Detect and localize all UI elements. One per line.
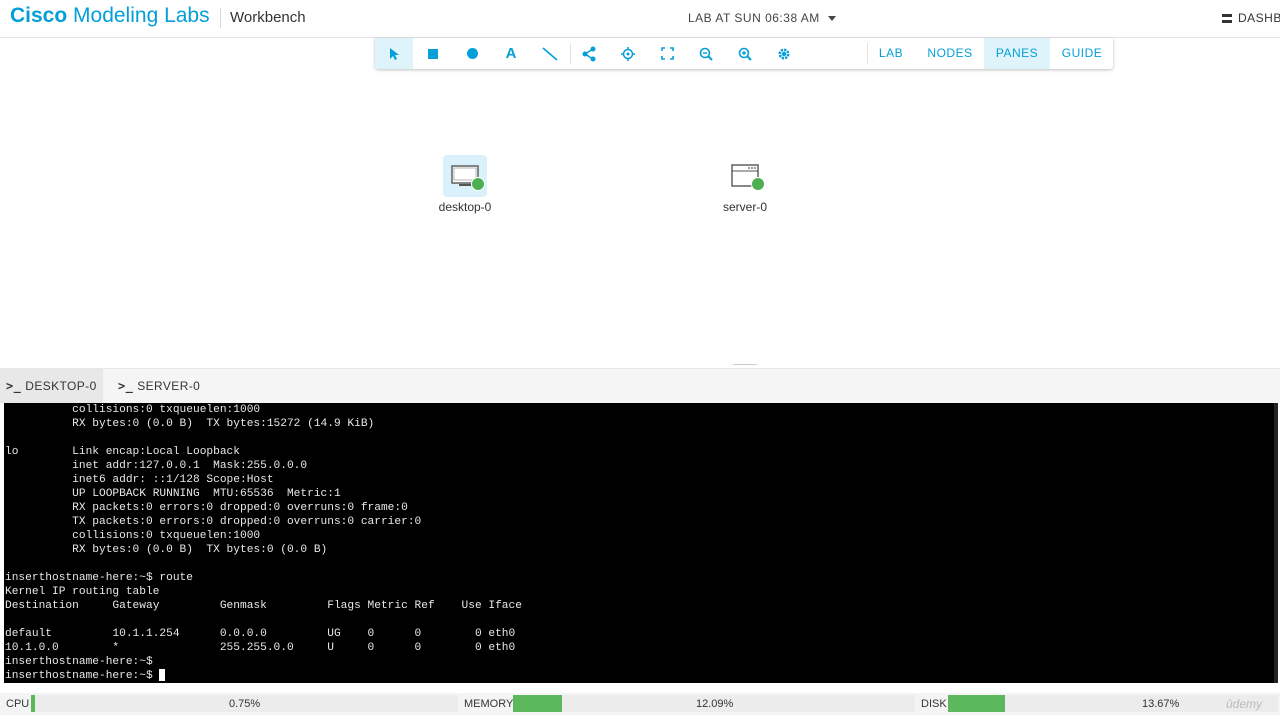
terminal-line: default 10.1.1.254 0.0.0.0 UG 0 0 0 eth0 — [5, 628, 516, 640]
lab-title-dropdown[interactable]: LAB AT SUN 06:38 AM — [688, 11, 836, 25]
circle-icon[interactable] — [453, 38, 491, 69]
tab-label: SERVER-0 — [137, 379, 201, 393]
cpu-bar-fill — [31, 695, 36, 712]
terminal-icon: >_ — [6, 379, 22, 393]
brand-cisco: Cisco — [10, 4, 68, 27]
disk-bar-fill — [948, 695, 1005, 712]
status-ok-icon — [751, 177, 765, 191]
disk-label: DISK — [921, 698, 947, 710]
menu-panes[interactable]: PANES — [984, 38, 1050, 69]
node-label: desktop-0 — [438, 200, 492, 214]
zoom-out-icon[interactable] — [687, 38, 725, 69]
fit-screen-icon[interactable] — [648, 38, 686, 69]
app-logo[interactable]: Cisco Modeling Labs — [10, 4, 210, 28]
terminal-icon: >_ — [118, 379, 134, 393]
terminal-line: inet addr:127.0.0.1 Mask:255.0.0.0 — [5, 460, 308, 472]
terminal-line: TX packets:0 errors:0 dropped:0 overruns… — [5, 516, 422, 528]
tab-label: DESKTOP-0 — [25, 379, 97, 393]
node-desktop-0[interactable]: desktop-0 — [415, 155, 515, 214]
terminal-line: RX bytes:0 (0.0 B) TX bytes:0 (0.0 B) — [5, 544, 328, 556]
dashboard-label: DASHB — [1238, 11, 1280, 25]
dashboard-icon — [1222, 14, 1232, 24]
top-header: Cisco Modeling Labs Workbench LAB AT SUN… — [0, 0, 1280, 38]
server-icon — [723, 155, 767, 197]
cpu-value: 0.75% — [229, 698, 261, 710]
terminal-line: inserthostname-here:~$ — [5, 656, 153, 668]
memory-label: MEMORY — [464, 698, 514, 710]
brand-product: Modeling Labs — [67, 4, 210, 27]
cpu-label: CPU — [6, 698, 30, 710]
desktop-icon — [443, 155, 487, 197]
workbench-toolbar: A LAB NODES PANES GUIDE — [375, 38, 1113, 69]
crosshair-icon[interactable] — [609, 38, 647, 69]
toolbar-divider — [867, 43, 868, 64]
section-title: Workbench — [230, 9, 306, 26]
terminal-cursor — [159, 669, 166, 682]
menu-nodes[interactable]: NODES — [922, 38, 978, 69]
console-terminal[interactable]: collisions:0 txqueuelen:1000 RX bytes:0 … — [4, 403, 1278, 683]
memory-value: 12.09% — [696, 698, 734, 710]
terminal-scrollbar[interactable] — [1274, 403, 1278, 683]
zoom-in-icon[interactable] — [726, 38, 764, 69]
status-bar: CPU 0.75% MEMORY 12.09% DISK 13.67% — [0, 693, 1280, 715]
terminal-line: Kernel IP routing table — [5, 586, 160, 598]
terminal-line: inserthostname-here:~$ route — [5, 572, 193, 584]
terminal-line: collisions:0 txqueuelen:1000 — [5, 404, 261, 416]
header-divider — [220, 8, 221, 28]
terminal-line: UP LOOPBACK RUNNING MTU:65536 Metric:1 — [5, 488, 341, 500]
node-label: server-0 — [722, 200, 767, 214]
terminal-line: RX bytes:0 (0.0 B) TX bytes:15272 (14.9 … — [5, 418, 375, 430]
node-server-0[interactable]: server-0 — [695, 155, 795, 214]
tab-server-0[interactable]: >_ SERVER-0 — [112, 369, 206, 403]
watermark: ūdemy — [1226, 697, 1263, 711]
console-tabs: >_ DESKTOP-0 >_ SERVER-0 — [0, 369, 1280, 403]
terminal-output: collisions:0 txqueuelen:1000 RX bytes:0 … — [4, 403, 1278, 683]
pointer-icon[interactable] — [375, 38, 413, 69]
terminal-line: collisions:0 txqueuelen:1000 — [5, 530, 261, 542]
terminal-line: inserthostname-here:~$ — [5, 670, 160, 682]
status-ok-icon — [471, 177, 485, 191]
disk-value: 13.67% — [1142, 698, 1180, 710]
lab-title-text: LAB AT SUN 06:38 AM — [688, 11, 820, 25]
terminal-line: lo Link encap:Local Loopback — [5, 446, 240, 458]
gear-icon[interactable] — [765, 38, 803, 69]
rectangle-icon[interactable] — [414, 38, 452, 69]
line-icon[interactable] — [531, 38, 569, 69]
share-icon[interactable] — [570, 38, 608, 69]
text-icon[interactable]: A — [492, 38, 530, 69]
terminal-line: 10.1.0.0 * 255.255.0.0 U 0 0 0 eth0 — [5, 642, 516, 654]
memory-bar-fill — [513, 695, 562, 712]
menu-lab[interactable]: LAB — [870, 38, 912, 69]
dashboard-link[interactable]: DASHB — [1222, 11, 1280, 25]
topology-canvas[interactable] — [0, 38, 1280, 366]
terminal-line: Destination Gateway Genmask Flags Metric… — [5, 600, 522, 612]
caret-down-icon — [827, 16, 836, 22]
terminal-line: RX packets:0 errors:0 dropped:0 overruns… — [5, 502, 408, 514]
tab-desktop-0[interactable]: >_ DESKTOP-0 — [0, 369, 103, 403]
menu-guide[interactable]: GUIDE — [1055, 38, 1109, 69]
terminal-line: inet6 addr: ::1/128 Scope:Host — [5, 474, 274, 486]
